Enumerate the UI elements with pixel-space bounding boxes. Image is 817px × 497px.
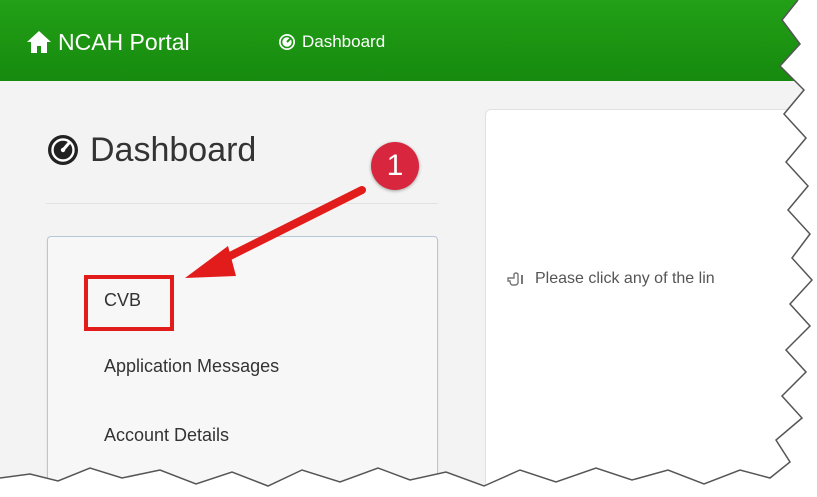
sidebar-item-application-messages[interactable]: Application Messages [104, 356, 279, 377]
page-title-text: Dashboard [90, 130, 257, 169]
hand-pointer-left-icon [507, 271, 529, 287]
nav-dashboard-label: Dashboard [302, 32, 386, 51]
screenshot-page: NCAH Portal Dashboard Dashboard CVB Appl… [0, 0, 817, 497]
step-number-badge: 1 [371, 142, 419, 190]
top-navbar: NCAH Portal Dashboard [0, 0, 817, 82]
nav-dashboard-link[interactable]: Dashboard [278, 22, 385, 62]
home-icon [26, 30, 52, 54]
sidebar-item-account-details[interactable]: Account Details [104, 425, 229, 446]
page-title: Dashboard [46, 130, 256, 170]
brand-link[interactable]: NCAH Portal [26, 22, 190, 62]
title-divider [46, 203, 438, 204]
info-message: Please click any of the lin [507, 265, 715, 293]
dashboard-gauge-icon [278, 33, 296, 51]
highlight-box [84, 275, 174, 331]
info-message-text: Please click any of the lin [535, 270, 715, 287]
main-panel [485, 109, 817, 497]
dashboard-gauge-icon [46, 133, 80, 167]
brand-label: NCAH Portal [58, 28, 190, 55]
